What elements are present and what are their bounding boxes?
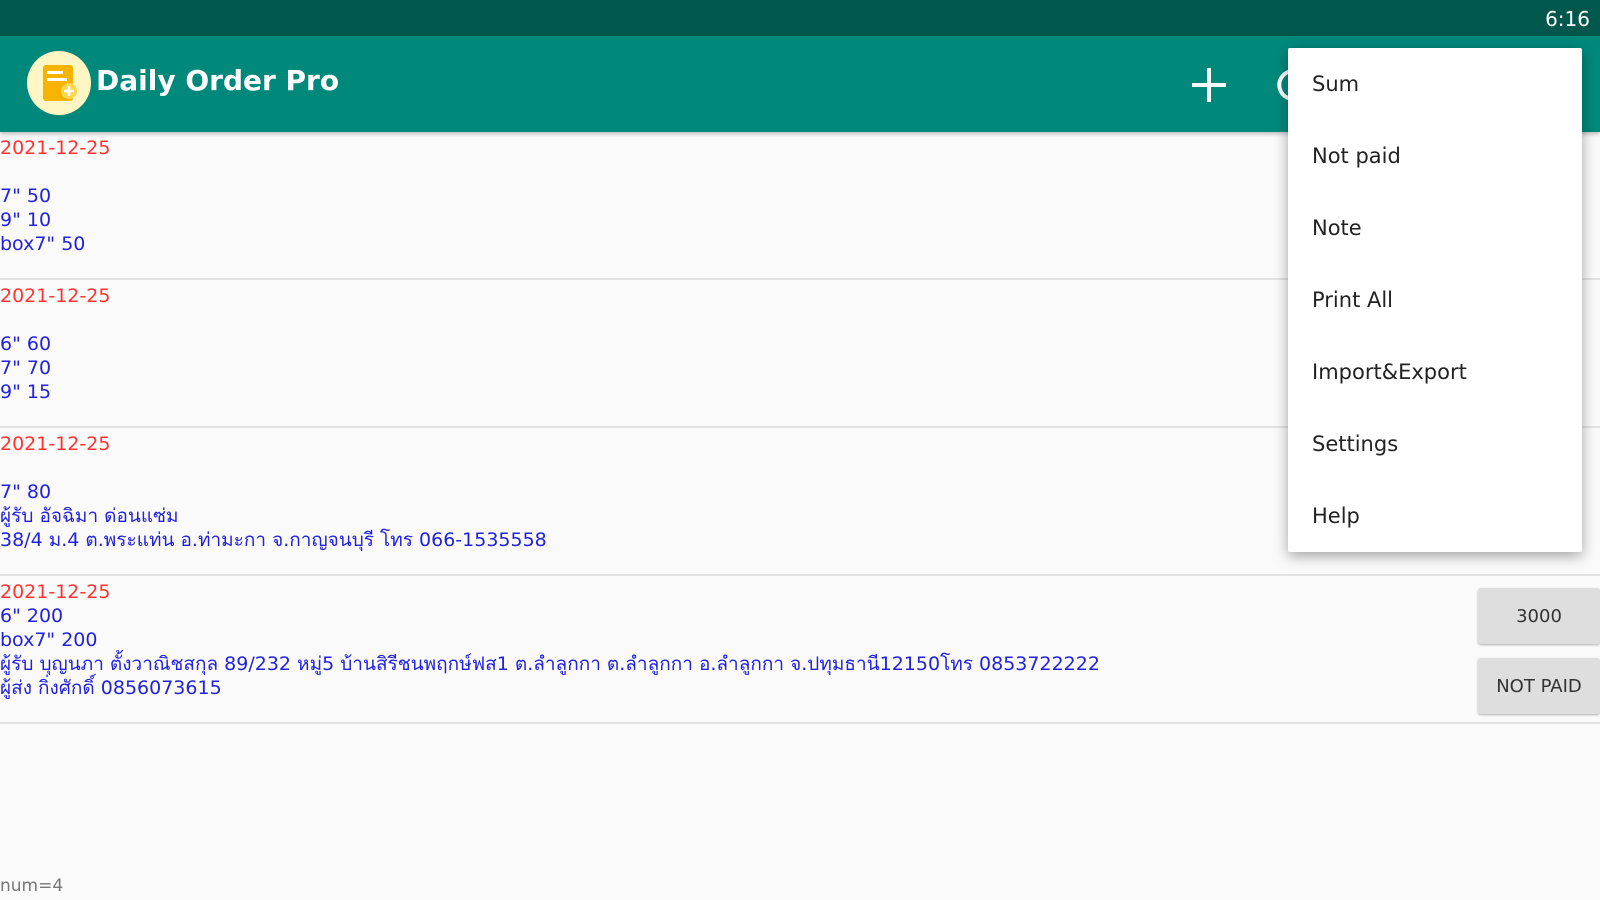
not-paid-button[interactable]: NOT PAID bbox=[1478, 658, 1600, 714]
menu-item-print-all[interactable]: Print All bbox=[1288, 264, 1582, 336]
menu-item-note[interactable]: Note bbox=[1288, 192, 1582, 264]
menu-item-not-paid[interactable]: Not paid bbox=[1288, 120, 1582, 192]
menu-item-sum[interactable]: Sum bbox=[1288, 48, 1582, 120]
order-line: 6" 200 bbox=[0, 605, 64, 627]
order-date: 2021-12-25 bbox=[0, 581, 111, 603]
menu-item-import-export[interactable]: Import&Export bbox=[1288, 336, 1582, 408]
status-bar: 6:16 bbox=[0, 0, 1600, 36]
menu-item-settings[interactable]: Settings bbox=[1288, 408, 1582, 480]
order-line: ผู้ส่ง กิ่งศักดิ์ 0856073615 bbox=[0, 677, 222, 699]
order-line: box7" 200 bbox=[0, 629, 98, 651]
overflow-menu: Sum Not paid Note Print All Import&Expor… bbox=[1288, 48, 1582, 552]
menu-item-help[interactable]: Help bbox=[1288, 480, 1582, 552]
status-time: 6:16 bbox=[1545, 7, 1590, 31]
order-line: ผู้รับ บุญนภา ตั้งวาณิชสกุล 89/232 หมู่5… bbox=[0, 653, 1100, 675]
order-count: num=4 bbox=[0, 876, 64, 896]
plus-icon[interactable] bbox=[1188, 64, 1230, 106]
receipt-logo-icon bbox=[27, 51, 91, 115]
order-item[interactable]: 2021-12-25 6" 200 box7" 200 ผู้รับ บุญนภ… bbox=[0, 580, 1600, 724]
app-title: Daily Order Pro bbox=[96, 64, 340, 97]
sum-button[interactable]: 3000 bbox=[1478, 588, 1600, 644]
